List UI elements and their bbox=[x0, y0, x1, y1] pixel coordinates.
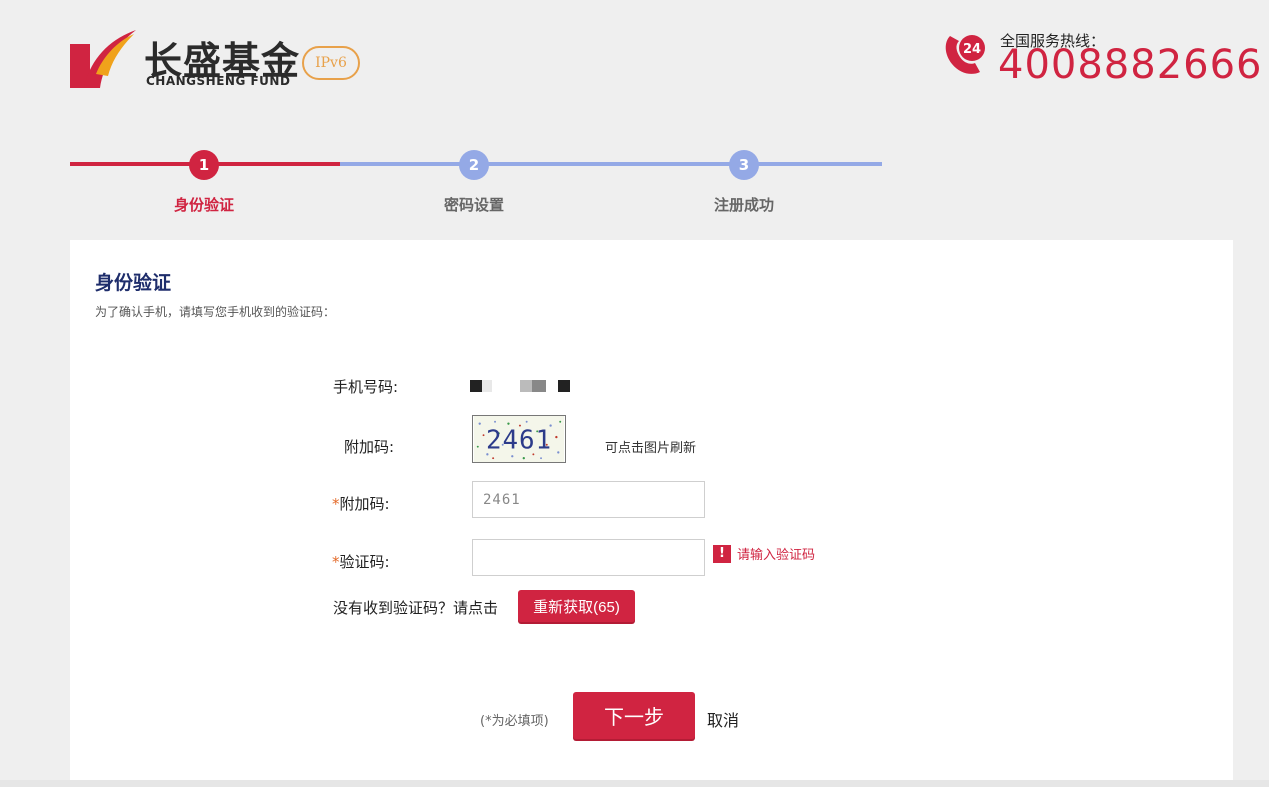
sms-code-label-text: 验证码: bbox=[339, 553, 390, 571]
captcha-image[interactable]: 2461 bbox=[472, 415, 566, 463]
step-2-label: 密码设置 bbox=[443, 196, 504, 214]
page: 长盛基金 CHANGSHENG FUND IPv6 24 全国服务热线： 400… bbox=[0, 0, 1269, 787]
required-mark: * bbox=[332, 495, 340, 513]
cancel-link[interactable]: 取消 bbox=[707, 707, 739, 731]
captcha-text: 2461 bbox=[486, 426, 552, 456]
section-subtitle: 为了确认手机，请填写您手机收到的验证码： bbox=[95, 305, 336, 319]
brand-logo[interactable]: 长盛基金 CHANGSHENG FUND IPv6 bbox=[70, 28, 370, 92]
error-icon: ! bbox=[713, 544, 731, 563]
step-2-circle: 2 bbox=[459, 150, 489, 180]
page-bottom-edge bbox=[0, 780, 1269, 787]
step-3-circle: 3 bbox=[729, 150, 759, 180]
captcha-label: 附加码: bbox=[344, 438, 395, 456]
masked-phone-number bbox=[470, 380, 580, 392]
no-code-prompt: 没有收到验证码？请点击 bbox=[333, 599, 499, 617]
captcha-refresh-tip: 可点击图片刷新 bbox=[605, 441, 697, 456]
required-fields-note: (*为必填项) bbox=[480, 714, 549, 729]
section-title: 身份验证 bbox=[95, 272, 172, 294]
ipv6-badge: IPv6 bbox=[302, 46, 360, 80]
logo-english-name: CHANGSHENG FUND bbox=[146, 74, 291, 88]
next-step-button[interactable]: 下一步 bbox=[573, 692, 695, 739]
captcha-input-label-text: 附加码: bbox=[339, 495, 390, 513]
hotline-number: 4008882666 bbox=[998, 42, 1263, 88]
sms-code-error-text: 请输入验证码 bbox=[737, 548, 816, 563]
resend-code-button[interactable]: 重新获取(65) bbox=[518, 590, 635, 622]
sms-code-label: *验证码: bbox=[332, 551, 390, 572]
step-1-circle: 1 bbox=[189, 150, 219, 180]
captcha-input-label: *附加码: bbox=[332, 493, 390, 514]
phone-label: 手机号码: bbox=[333, 378, 399, 396]
sms-code-error: ! 请输入验证码 bbox=[713, 544, 815, 563]
step-3-label: 注册成功 bbox=[713, 196, 774, 214]
service-hotline: 24 全国服务热线： 4008882666 bbox=[942, 26, 1262, 90]
registration-steps: 1 2 3 身份验证 密码设置 注册成功 bbox=[70, 150, 882, 220]
brand-mark-icon bbox=[70, 30, 136, 88]
phone-24h-icon: 24 bbox=[945, 35, 985, 74]
verification-card: 身份验证 为了确认手机，请填写您手机收到的验证码： 手机号码: 附加码: 246… bbox=[70, 240, 1233, 780]
captcha-input[interactable] bbox=[472, 481, 705, 518]
hotline-24-text: 24 bbox=[963, 42, 981, 57]
required-mark: * bbox=[332, 553, 340, 571]
sms-code-input[interactable] bbox=[472, 539, 705, 576]
step-progress-remaining bbox=[340, 162, 882, 166]
step-1-label: 身份验证 bbox=[173, 196, 234, 214]
